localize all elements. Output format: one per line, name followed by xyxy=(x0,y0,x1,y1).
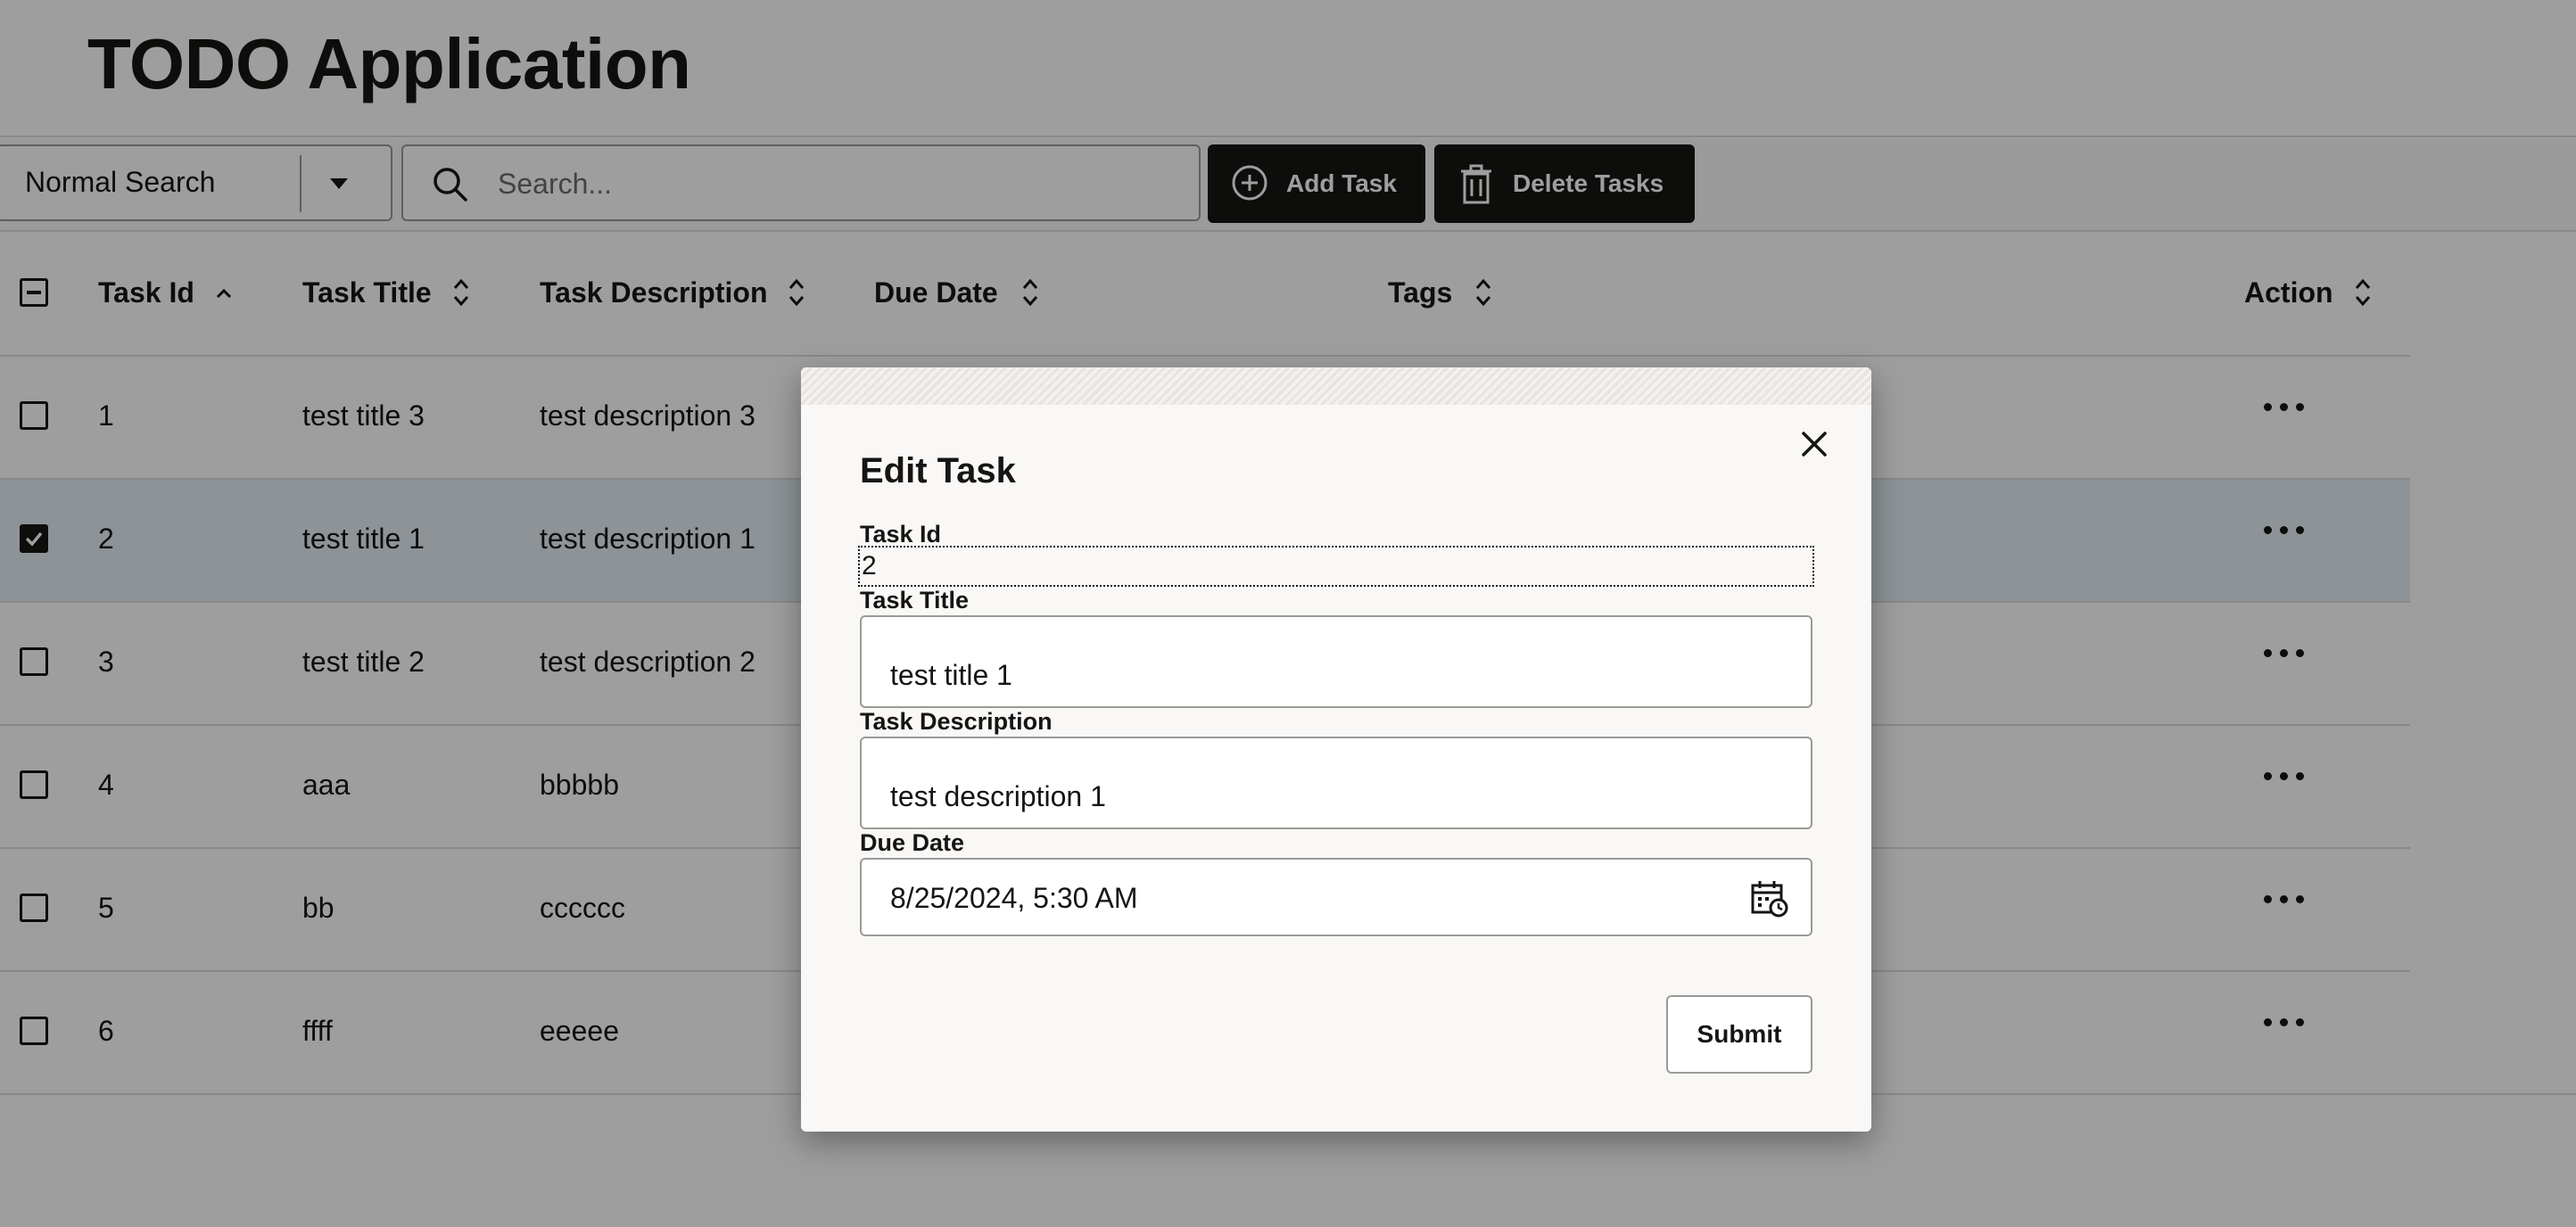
edit-task-dialog: Edit Task Task Id 2 Task Title Task Desc… xyxy=(801,367,1871,1132)
task-description-field[interactable] xyxy=(860,737,1812,829)
task-title-field[interactable] xyxy=(860,615,1812,708)
dialog-header-texture xyxy=(801,367,1871,405)
task-title-input[interactable] xyxy=(890,653,1764,697)
due-date-label: Due Date xyxy=(860,829,965,856)
due-date-field[interactable] xyxy=(860,858,1812,936)
task-id-field[interactable]: 2 xyxy=(858,546,1814,587)
task-description-label: Task Description xyxy=(860,708,1053,735)
dialog-title: Edit Task xyxy=(860,451,1016,490)
task-id-label: Task Id xyxy=(860,521,942,548)
task-title-label: Task Title xyxy=(860,587,970,614)
submit-button[interactable]: Submit xyxy=(1666,995,1812,1074)
due-date-input[interactable] xyxy=(890,876,1764,920)
close-icon[interactable] xyxy=(1796,426,1832,462)
calendar-icon[interactable] xyxy=(1750,879,1789,918)
task-description-input[interactable] xyxy=(890,774,1764,819)
